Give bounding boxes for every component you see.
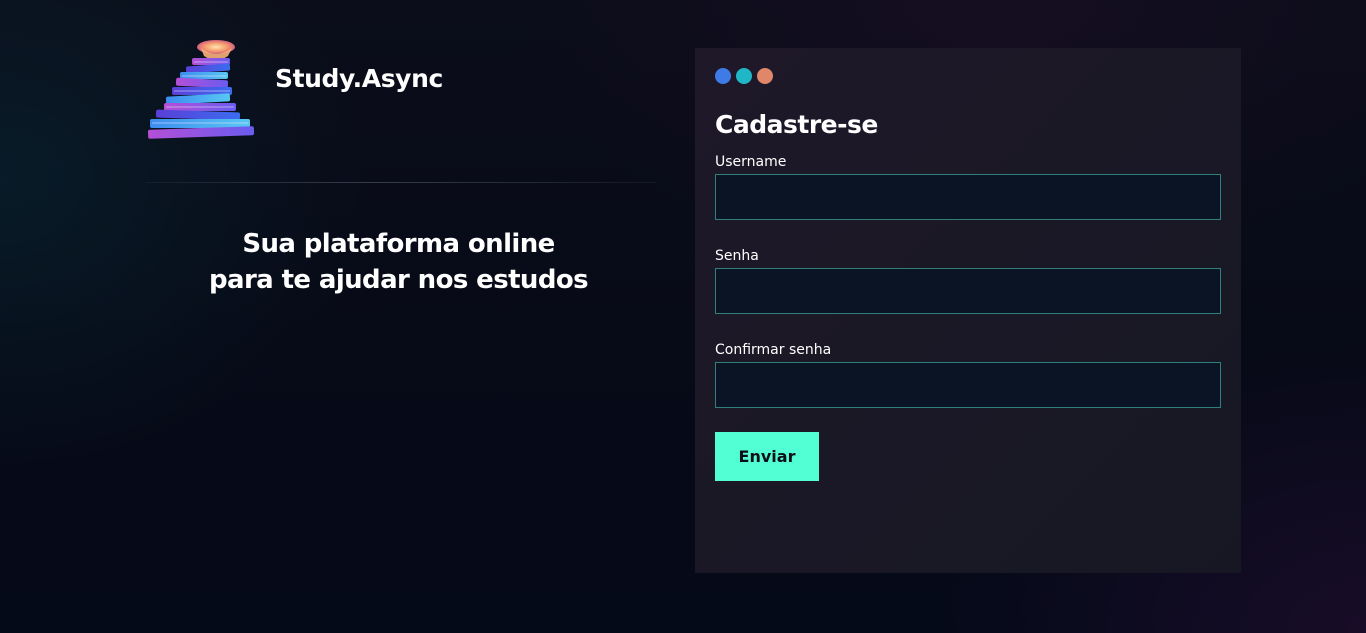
tagline-line-1: Sua plataforma online	[242, 229, 555, 259]
password-input[interactable]	[715, 268, 1221, 314]
tagline: Sua plataforma online para te ajudar nos…	[146, 226, 651, 298]
password-label: Senha	[715, 248, 759, 264]
dot-teal-icon	[736, 68, 752, 84]
divider	[146, 182, 656, 183]
username-label: Username	[715, 154, 787, 170]
signup-card: Cadastre-se Username Senha Confirmar sen…	[695, 48, 1241, 573]
window-dots	[715, 68, 773, 84]
brand-header: Study.Async	[146, 38, 656, 148]
dot-blue-icon	[715, 68, 731, 84]
dot-orange-icon	[757, 68, 773, 84]
submit-button[interactable]: Enviar	[715, 432, 819, 481]
username-input[interactable]	[715, 174, 1221, 220]
confirm-password-label: Confirmar senha	[715, 342, 832, 358]
brand-name: Study.Async	[275, 64, 443, 93]
form-title: Cadastre-se	[715, 110, 878, 139]
confirm-password-input[interactable]	[715, 362, 1221, 408]
book-stack-logo-icon	[147, 40, 255, 139]
tagline-line-2: para te ajudar nos estudos	[209, 265, 589, 295]
